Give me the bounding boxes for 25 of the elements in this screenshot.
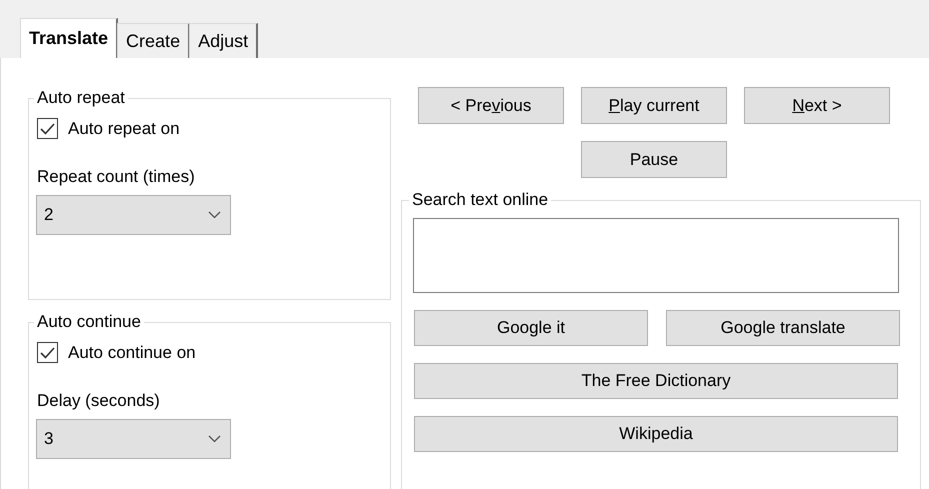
- chevron-down-icon: [208, 211, 221, 219]
- search-button[interactable]: The Free Dictionary: [414, 363, 898, 399]
- field-label: Delay (seconds): [37, 390, 161, 412]
- chevron-down-icon: [208, 435, 221, 443]
- playback-button[interactable]: Next >: [744, 87, 890, 124]
- playback-button[interactable]: < Previous: [418, 87, 564, 124]
- playback-button[interactable]: Pause: [581, 141, 727, 178]
- search-button[interactable]: Google translate: [666, 310, 900, 346]
- tab[interactable]: Adjust: [189, 23, 258, 58]
- checkbox[interactable]: [37, 342, 58, 364]
- field-label: Repeat count (times): [37, 166, 196, 188]
- group-title: Search text online: [411, 190, 550, 210]
- search-button[interactable]: Wikipedia: [414, 416, 898, 452]
- dropdown[interactable]: 3: [36, 419, 231, 459]
- tab[interactable]: Translate: [20, 18, 118, 58]
- playback-button[interactable]: Play current: [581, 87, 727, 124]
- checkbox-label[interactable]: Auto repeat on: [68, 116, 180, 142]
- group-title: Auto repeat: [36, 88, 126, 108]
- search-button[interactable]: Google it: [414, 310, 648, 346]
- tab[interactable]: Create: [117, 23, 190, 58]
- search-text-field[interactable]: [413, 218, 899, 293]
- group-title: Auto continue: [36, 312, 142, 332]
- dropdown[interactable]: 2: [36, 195, 231, 235]
- checkbox-label[interactable]: Auto continue on: [68, 340, 196, 366]
- checkbox[interactable]: [37, 118, 58, 140]
